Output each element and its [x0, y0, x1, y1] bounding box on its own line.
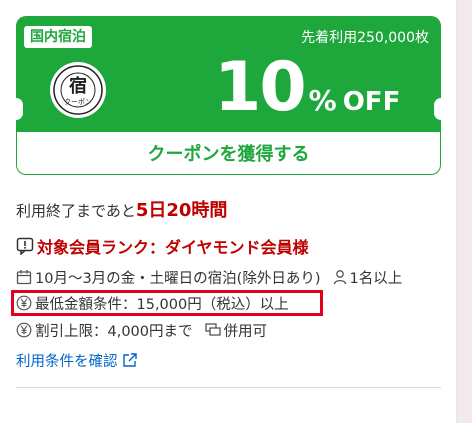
persons-text: 1名以上 — [349, 270, 403, 287]
remaining-prefix: 利用終了まであと — [16, 202, 136, 220]
coupon-banner: 国内宿泊 先着利用250,000枚 宿 クーポン 10% OFF — [9, 16, 448, 132]
alert-icon — [16, 237, 34, 255]
member-rank-text: 対象会員ランク：ダイヤモンド会員様 — [37, 238, 309, 257]
stamp-sub: クーポン — [64, 98, 92, 106]
discount-off: OFF — [342, 87, 401, 117]
divider — [16, 387, 441, 388]
max-discount-text: 割引上限：4,000円まで — [35, 323, 193, 340]
remaining-time: 利用終了まであと5日20時間 — [16, 196, 227, 222]
yen-icon — [16, 322, 32, 338]
terms-link[interactable]: 利用条件を確認 — [16, 350, 141, 370]
discount-percent: % — [308, 84, 337, 117]
coupon: 国内宿泊 先着利用250,000枚 宿 クーポン 10% OFF クーポンを獲得す… — [9, 16, 448, 176]
highlight-box — [11, 290, 323, 316]
calendar-icon — [16, 269, 32, 285]
stamp-char: 宿 — [69, 75, 87, 97]
external-link-icon[interactable] — [122, 352, 138, 368]
coupon-stamp-icon: 宿 クーポン — [50, 62, 106, 118]
combinable-text: 併用可 — [223, 323, 268, 340]
discount-label: 10% OFF — [214, 48, 400, 127]
ticket-notch-right — [434, 98, 448, 120]
ticket-notch-left — [9, 98, 23, 120]
domestic-stay-badge: 国内宿泊 — [24, 26, 92, 48]
terms-link-text[interactable]: 利用条件を確認 — [16, 350, 118, 371]
copy-icon — [204, 323, 221, 337]
get-coupon-button[interactable]: クーポンを獲得する — [16, 132, 441, 175]
period-row: 10月～3月の金・土曜日の宿泊(除外日あり) 1名以上 — [16, 267, 402, 287]
person-icon — [333, 269, 347, 285]
remaining-time-value: 5日20時間 — [135, 200, 228, 221]
discount-number: 10 — [214, 48, 307, 127]
first-come-count: 先着利用250,000枚 — [301, 30, 429, 46]
max-discount-row: 割引上限：4,000円まで 併用可 — [16, 320, 267, 340]
period-text: 10月～3月の金・土曜日の宿泊(除外日あり) — [35, 270, 321, 287]
member-rank: 対象会員ランク：ダイヤモンド会員様 — [16, 235, 309, 257]
coupon-card: 国内宿泊 先着利用250,000枚 宿 クーポン 10% OFF クーポンを獲得す… — [0, 0, 457, 423]
